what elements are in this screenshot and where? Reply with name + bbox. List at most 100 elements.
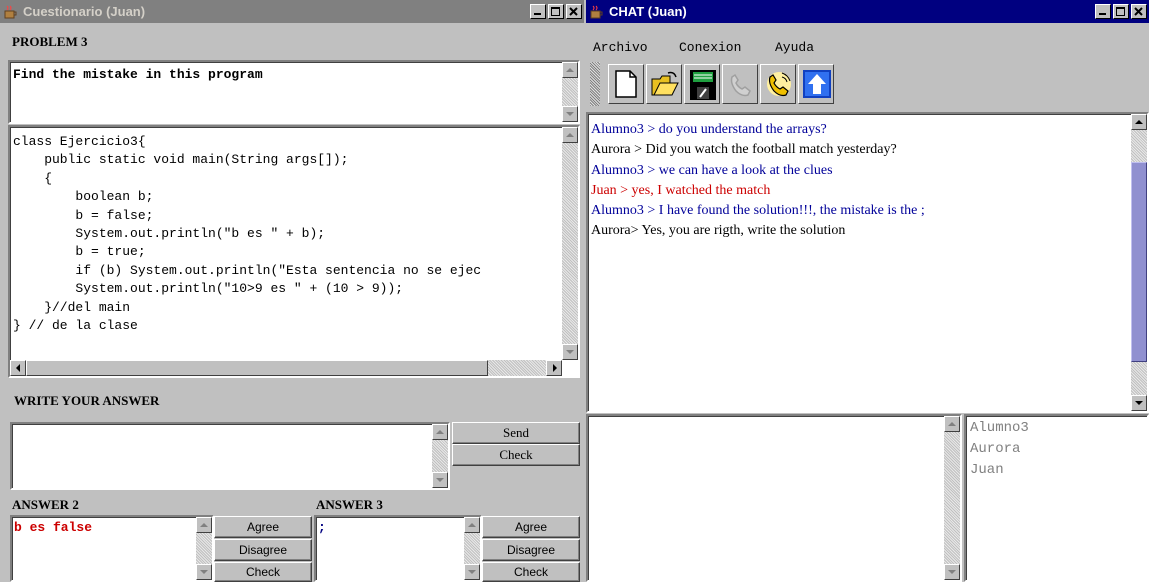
user-list-item[interactable]: Alumno3 bbox=[970, 418, 1029, 439]
scroll-up-button[interactable] bbox=[944, 416, 960, 432]
minimize-button[interactable] bbox=[1095, 4, 1111, 19]
scroll-up-button[interactable] bbox=[196, 517, 212, 533]
answer-2-label: ANSWER 2 bbox=[12, 497, 79, 512]
scroll-down-button[interactable] bbox=[196, 564, 212, 580]
scroll-down-button[interactable] bbox=[562, 106, 578, 122]
scroll-down-button[interactable] bbox=[944, 564, 960, 580]
code-horizontal-scrollbar[interactable] bbox=[10, 360, 562, 376]
send-button[interactable]: Send bbox=[452, 422, 580, 444]
arrow-up-icon bbox=[1135, 120, 1143, 124]
menu-archivo[interactable]: Archivo bbox=[593, 40, 648, 55]
questionnaire-titlebar[interactable]: Cuestionario (Juan) bbox=[0, 0, 584, 23]
arrow-down-icon bbox=[1135, 401, 1143, 405]
phone-connect-icon bbox=[767, 72, 791, 97]
arrow-up-icon bbox=[468, 523, 476, 527]
new-document-button[interactable] bbox=[608, 64, 644, 104]
chat-vertical-scrollbar[interactable] bbox=[1131, 114, 1147, 411]
chat-message: Alumno3 > do you understand the arrays? bbox=[591, 122, 827, 137]
open-folder-icon bbox=[651, 71, 679, 96]
coffee-cup-icon bbox=[4, 5, 17, 18]
chat-message: Alumno3 > I have found the solution!!!, … bbox=[591, 203, 925, 219]
problem-vertical-scrollbar[interactable] bbox=[562, 62, 578, 122]
upload-arrow-icon bbox=[803, 70, 831, 98]
answer-3-vertical-scrollbar[interactable] bbox=[464, 517, 480, 580]
chat-input-area[interactable] bbox=[586, 414, 962, 582]
arrow-down-icon bbox=[948, 570, 956, 574]
scroll-up-button[interactable] bbox=[432, 424, 448, 440]
answer-input[interactable] bbox=[15, 427, 430, 485]
send-file-button[interactable] bbox=[798, 64, 834, 104]
answer-vertical-scrollbar[interactable] bbox=[432, 424, 448, 488]
chat-messages-area: Alumno3 > do you understand the arrays? A… bbox=[586, 112, 1149, 413]
arrow-up-icon bbox=[566, 68, 574, 72]
code-line: class Ejercicio3{ bbox=[13, 134, 146, 149]
arrow-up-icon bbox=[200, 523, 208, 527]
code-line: System.out.println("10>9 es " + (10 > 9)… bbox=[13, 281, 404, 297]
chat-input-vertical-scrollbar[interactable] bbox=[944, 416, 960, 580]
code-listing: class Ejercicio3{ public static void mai… bbox=[13, 133, 560, 335]
scroll-left-button[interactable] bbox=[10, 360, 26, 376]
scroll-down-button[interactable] bbox=[1131, 395, 1147, 411]
answer-2-agree-button[interactable]: Agree bbox=[214, 516, 312, 538]
arrow-up-icon bbox=[566, 133, 574, 137]
chat-titlebar[interactable]: CHAT (Juan) bbox=[586, 0, 1149, 23]
toolbar-grip[interactable] bbox=[590, 62, 600, 106]
arrow-down-icon bbox=[566, 350, 574, 354]
user-list: Alumno3 Aurora Juan bbox=[964, 414, 1149, 582]
maximize-button[interactable] bbox=[1113, 4, 1129, 19]
connect-button[interactable] bbox=[760, 64, 796, 104]
code-line: { bbox=[13, 170, 53, 186]
open-folder-button[interactable] bbox=[646, 64, 682, 104]
scroll-down-button[interactable] bbox=[432, 472, 448, 488]
arrow-down-icon bbox=[566, 112, 574, 116]
maximize-button[interactable] bbox=[548, 4, 564, 19]
answer-2-disagree-button[interactable]: Disagree bbox=[214, 539, 312, 561]
close-icon bbox=[569, 7, 578, 16]
answer-3-text: ; bbox=[318, 520, 326, 535]
save-disk-icon bbox=[690, 70, 716, 100]
minimize-button[interactable] bbox=[530, 4, 546, 19]
scroll-down-button[interactable] bbox=[464, 564, 480, 580]
close-button[interactable] bbox=[566, 4, 582, 19]
user-list-item[interactable]: Juan bbox=[970, 460, 1029, 481]
menu-ayuda[interactable]: Ayuda bbox=[775, 40, 814, 55]
answer-3-disagree-button[interactable]: Disagree bbox=[482, 539, 580, 561]
answer-2-area: b es false bbox=[10, 515, 214, 582]
answer-2-check-button[interactable]: Check bbox=[214, 562, 312, 582]
scroll-up-button[interactable] bbox=[464, 517, 480, 533]
answer-2-text: b es false bbox=[14, 520, 93, 535]
code-line: b = false; bbox=[13, 207, 154, 223]
check-button[interactable]: Check bbox=[452, 444, 580, 466]
chat-message: Alumno3 > we can have a look at the clue… bbox=[591, 162, 833, 178]
code-vertical-scrollbar[interactable] bbox=[562, 127, 578, 360]
answer-3-check-button[interactable]: Check bbox=[482, 562, 580, 582]
scroll-up-button[interactable] bbox=[562, 127, 578, 143]
maximize-icon bbox=[551, 7, 560, 16]
scroll-up-button[interactable] bbox=[562, 62, 578, 78]
code-line: }//del main bbox=[13, 299, 131, 315]
code-line: if (b) System.out.println("Esta sentenci… bbox=[13, 262, 482, 278]
arrow-down-icon bbox=[200, 570, 208, 574]
answer-3-agree-button[interactable]: Agree bbox=[482, 516, 580, 538]
menu-conexion[interactable]: Conexion bbox=[679, 40, 741, 55]
code-line: } // de la clase bbox=[13, 318, 138, 334]
vertical-scroll-thumb[interactable] bbox=[1131, 162, 1147, 362]
horizontal-scroll-thumb[interactable] bbox=[26, 360, 488, 376]
answer-input-area[interactable] bbox=[10, 422, 450, 490]
save-button[interactable] bbox=[684, 64, 720, 104]
scroll-up-button[interactable] bbox=[1131, 114, 1147, 130]
coffee-cup-icon bbox=[590, 5, 603, 18]
write-answer-label: WRITE YOUR ANSWER bbox=[14, 393, 160, 408]
arrow-up-icon bbox=[948, 422, 956, 426]
close-button[interactable] bbox=[1131, 4, 1147, 19]
scroll-right-button[interactable] bbox=[546, 360, 562, 376]
user-list-item[interactable]: Aurora bbox=[970, 439, 1029, 460]
window-title: Cuestionario (Juan) bbox=[23, 4, 146, 19]
disconnect-button[interactable] bbox=[722, 64, 758, 104]
answer-2-vertical-scrollbar[interactable] bbox=[196, 517, 212, 580]
questionnaire-window: Cuestionario (Juan) PROBLEM 3 Find the m… bbox=[0, 0, 584, 582]
answer-3-area: ; bbox=[314, 515, 482, 582]
chat-message: Juan > yes, I watched the match bbox=[591, 182, 771, 198]
code-line: boolean b; bbox=[13, 189, 154, 205]
scroll-down-button[interactable] bbox=[562, 344, 578, 360]
